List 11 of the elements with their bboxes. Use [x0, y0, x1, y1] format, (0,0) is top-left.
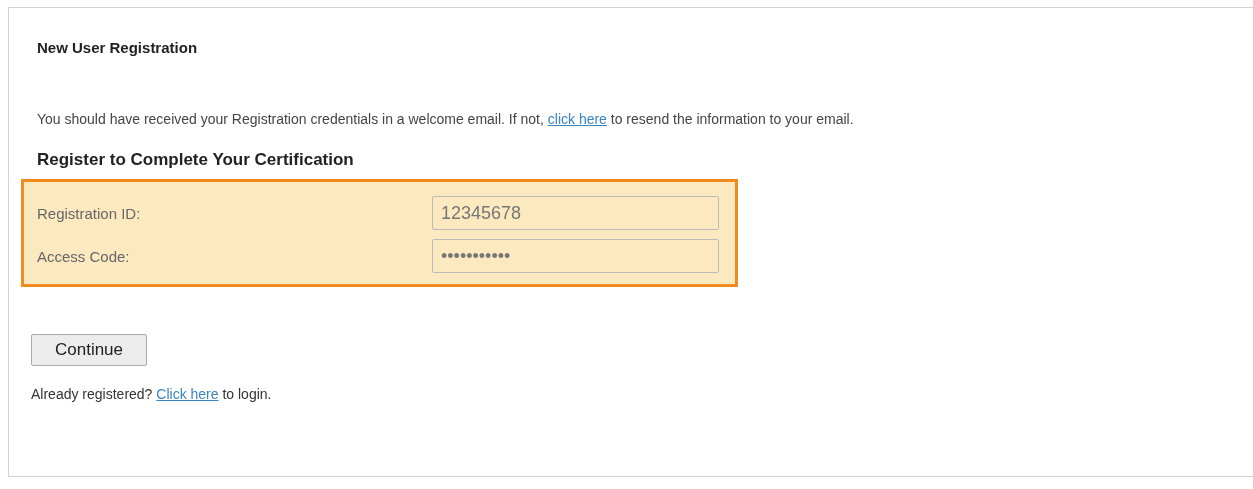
field-label: Access Code:: [37, 247, 130, 265]
notice-text: You should have received your Registration credentials in a welcome email. If not, click here to resend the information to your email.: [37, 111, 855, 127]
continue-button[interactable]: Continue: [31, 334, 147, 366]
resend-link[interactable]: click here: [547, 111, 607, 127]
page-title: New User Registration: [37, 39, 199, 56]
login-link[interactable]: Click here: [156, 386, 219, 402]
field-label: Registration ID:: [37, 204, 141, 222]
input-field[interactable]: 12345678: [432, 196, 719, 230]
input-field[interactable]: •••••••••••: [432, 239, 719, 273]
login-text: Already registered? Click here to login.: [31, 386, 273, 402]
section-title: Register to Complete Your Certification: [37, 150, 355, 170]
